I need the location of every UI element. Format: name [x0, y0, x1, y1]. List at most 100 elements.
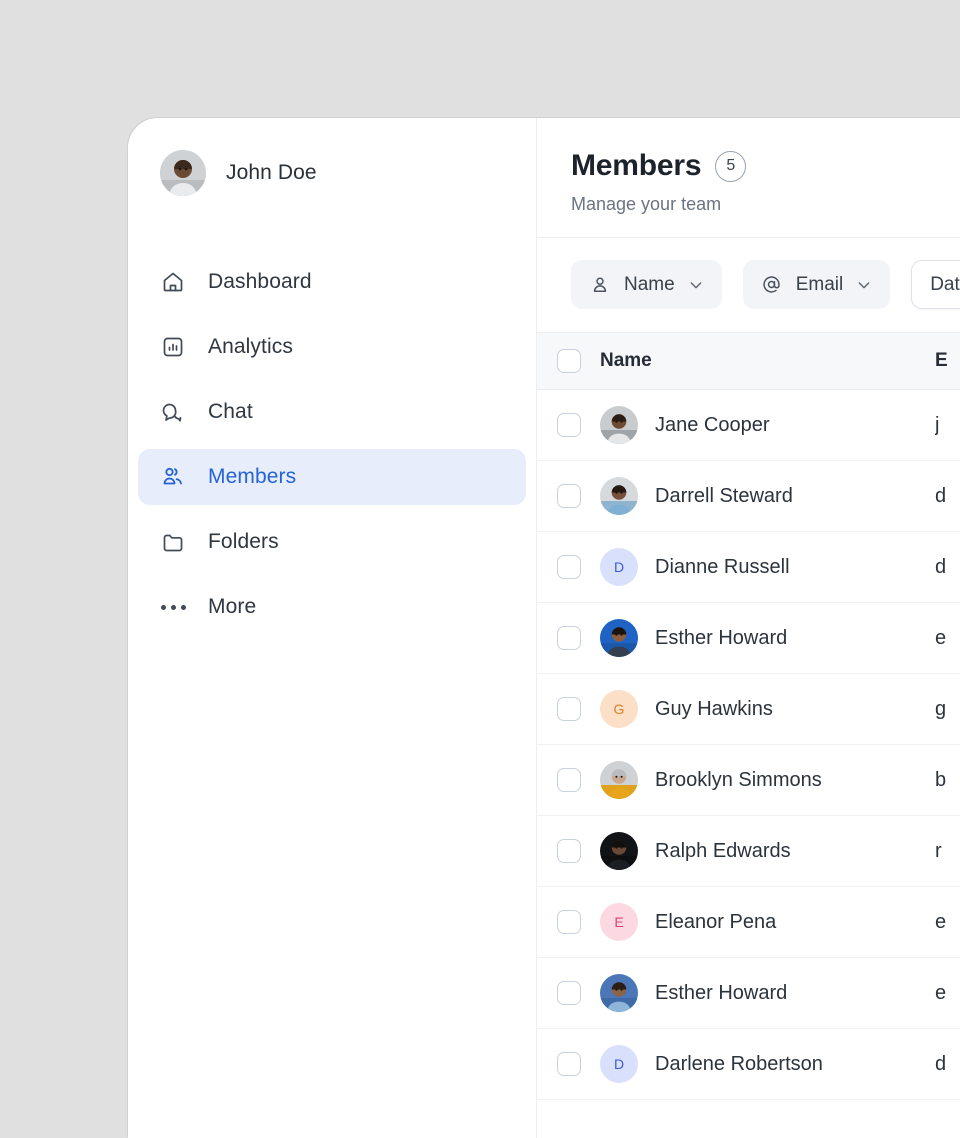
row-email-cell: e [935, 982, 960, 1005]
row-email-cell: d [935, 1053, 960, 1076]
row-checkbox[interactable] [557, 484, 581, 508]
row-name-cell: Jane Cooper [600, 406, 935, 444]
row-select-cell [537, 697, 600, 721]
sidebar-item-label: Chat [208, 400, 253, 424]
row-select-cell [537, 1052, 600, 1076]
row-name-cell: Esther Howard [600, 974, 935, 1012]
row-avatar: D [600, 548, 638, 586]
row-name: Esther Howard [655, 982, 787, 1005]
table-row[interactable]: Darrell Steward d [537, 461, 960, 532]
table-row[interactable]: D Dianne Russell d [537, 532, 960, 603]
filter-chip-name[interactable]: Name [571, 260, 722, 309]
page-title: Members [571, 149, 701, 183]
row-name: Ralph Edwards [655, 840, 791, 863]
row-avatar: G [600, 690, 638, 728]
row-avatar [600, 832, 638, 870]
column-header-email[interactable]: E [935, 350, 960, 372]
row-email-cell: d [935, 556, 960, 579]
row-avatar [600, 761, 638, 799]
table-row[interactable]: Esther Howarde [537, 603, 960, 674]
title-row: Members 5 [571, 149, 960, 183]
row-email-cell: j [935, 414, 960, 437]
row-name-cell: D Dianne Russell [600, 548, 935, 586]
row-email-cell: r [935, 840, 960, 863]
row-name: Darlene Robertson [655, 1053, 823, 1076]
ellipsis-icon [160, 594, 186, 620]
person-icon [589, 274, 611, 296]
row-email: r [935, 840, 942, 862]
row-email: g [935, 698, 946, 720]
table-row[interactable]: EEleanor Penae [537, 887, 960, 958]
row-checkbox[interactable] [557, 839, 581, 863]
main-panel: Members 5 Manage your team Name [537, 118, 960, 1138]
filter-chip-label: Email [796, 274, 844, 296]
row-avatar: D [600, 1045, 638, 1083]
row-select-cell [537, 768, 600, 792]
folder-icon [160, 529, 186, 555]
column-header-name[interactable]: Name [600, 350, 935, 372]
row-email: e [935, 627, 946, 649]
row-name-cell: Ralph Edwards [600, 832, 935, 870]
table-header-row: Name E [537, 333, 960, 390]
row-name: Darrell Steward [655, 485, 793, 508]
user-name: John Doe [226, 161, 317, 185]
row-email-cell: d [935, 485, 960, 508]
row-email-cell: g [935, 698, 960, 721]
row-email: e [935, 982, 946, 1004]
table-body: Jane Cooperj Darrell Steward d D Dianne Russ… [537, 390, 960, 1100]
row-name-cell: Darrell Steward [600, 477, 935, 515]
sidebar-item-label: More [208, 595, 256, 619]
row-checkbox[interactable] [557, 413, 581, 437]
row-checkbox[interactable] [557, 626, 581, 650]
members-table: Name E Jane Cooperj Darrell Steward d D Dian… [537, 332, 960, 1100]
row-name: Brooklyn Simmons [655, 769, 822, 792]
row-email: e [935, 911, 946, 933]
row-name: Dianne Russell [655, 556, 790, 579]
row-checkbox[interactable] [557, 555, 581, 579]
sidebar-item-folders[interactable]: Folders [138, 514, 526, 570]
page-header: Members 5 Manage your team [537, 118, 960, 238]
table-row[interactable]: Jane Cooperj [537, 390, 960, 461]
table-row[interactable]: GGuy Hawkinsg [537, 674, 960, 745]
sidebar-nav: Dashboard Analytics Ch [128, 254, 536, 635]
member-count-badge: 5 [715, 151, 746, 182]
sidebar-item-members[interactable]: Members [138, 449, 526, 505]
row-email: b [935, 769, 946, 791]
at-icon [761, 274, 783, 296]
row-checkbox[interactable] [557, 910, 581, 934]
row-name-cell: Brooklyn Simmons [600, 761, 935, 799]
table-row[interactable]: D Darlene Robertson d [537, 1029, 960, 1100]
home-icon [160, 269, 186, 295]
sidebar-item-label: Dashboard [208, 270, 312, 294]
sidebar-item-label: Analytics [208, 335, 293, 359]
row-avatar [600, 477, 638, 515]
table-row[interactable]: Ralph Edwards r [537, 816, 960, 887]
table-row[interactable]: Brooklyn Simmons b [537, 745, 960, 816]
users-icon [160, 464, 186, 490]
sidebar-item-more[interactable]: More [138, 579, 526, 635]
row-checkbox[interactable] [557, 981, 581, 1005]
row-checkbox[interactable] [557, 768, 581, 792]
sidebar-item-chat[interactable]: Chat [138, 384, 526, 440]
filter-chip-date[interactable]: Date [911, 260, 960, 309]
sidebar-item-analytics[interactable]: Analytics [138, 319, 526, 375]
row-email-cell: e [935, 627, 960, 650]
row-name-cell: EEleanor Pena [600, 903, 935, 941]
row-email: d [935, 556, 946, 578]
row-select-cell [537, 839, 600, 863]
row-avatar [600, 619, 638, 657]
row-email: d [935, 485, 946, 507]
row-avatar [600, 406, 638, 444]
sidebar-item-dashboard[interactable]: Dashboard [138, 254, 526, 310]
select-all-checkbox[interactable] [557, 349, 581, 373]
filter-bar: Name Email Date [537, 238, 960, 332]
row-checkbox[interactable] [557, 697, 581, 721]
app-window: John Doe Dashboard [128, 118, 960, 1138]
filter-chip-label: Date [930, 274, 960, 296]
chat-bubbles-icon [160, 399, 186, 425]
user-profile[interactable]: John Doe [128, 147, 536, 199]
table-row[interactable]: Esther Howard e [537, 958, 960, 1029]
row-checkbox[interactable] [557, 1052, 581, 1076]
filter-chip-email[interactable]: Email [743, 260, 891, 309]
row-email: j [935, 414, 939, 436]
